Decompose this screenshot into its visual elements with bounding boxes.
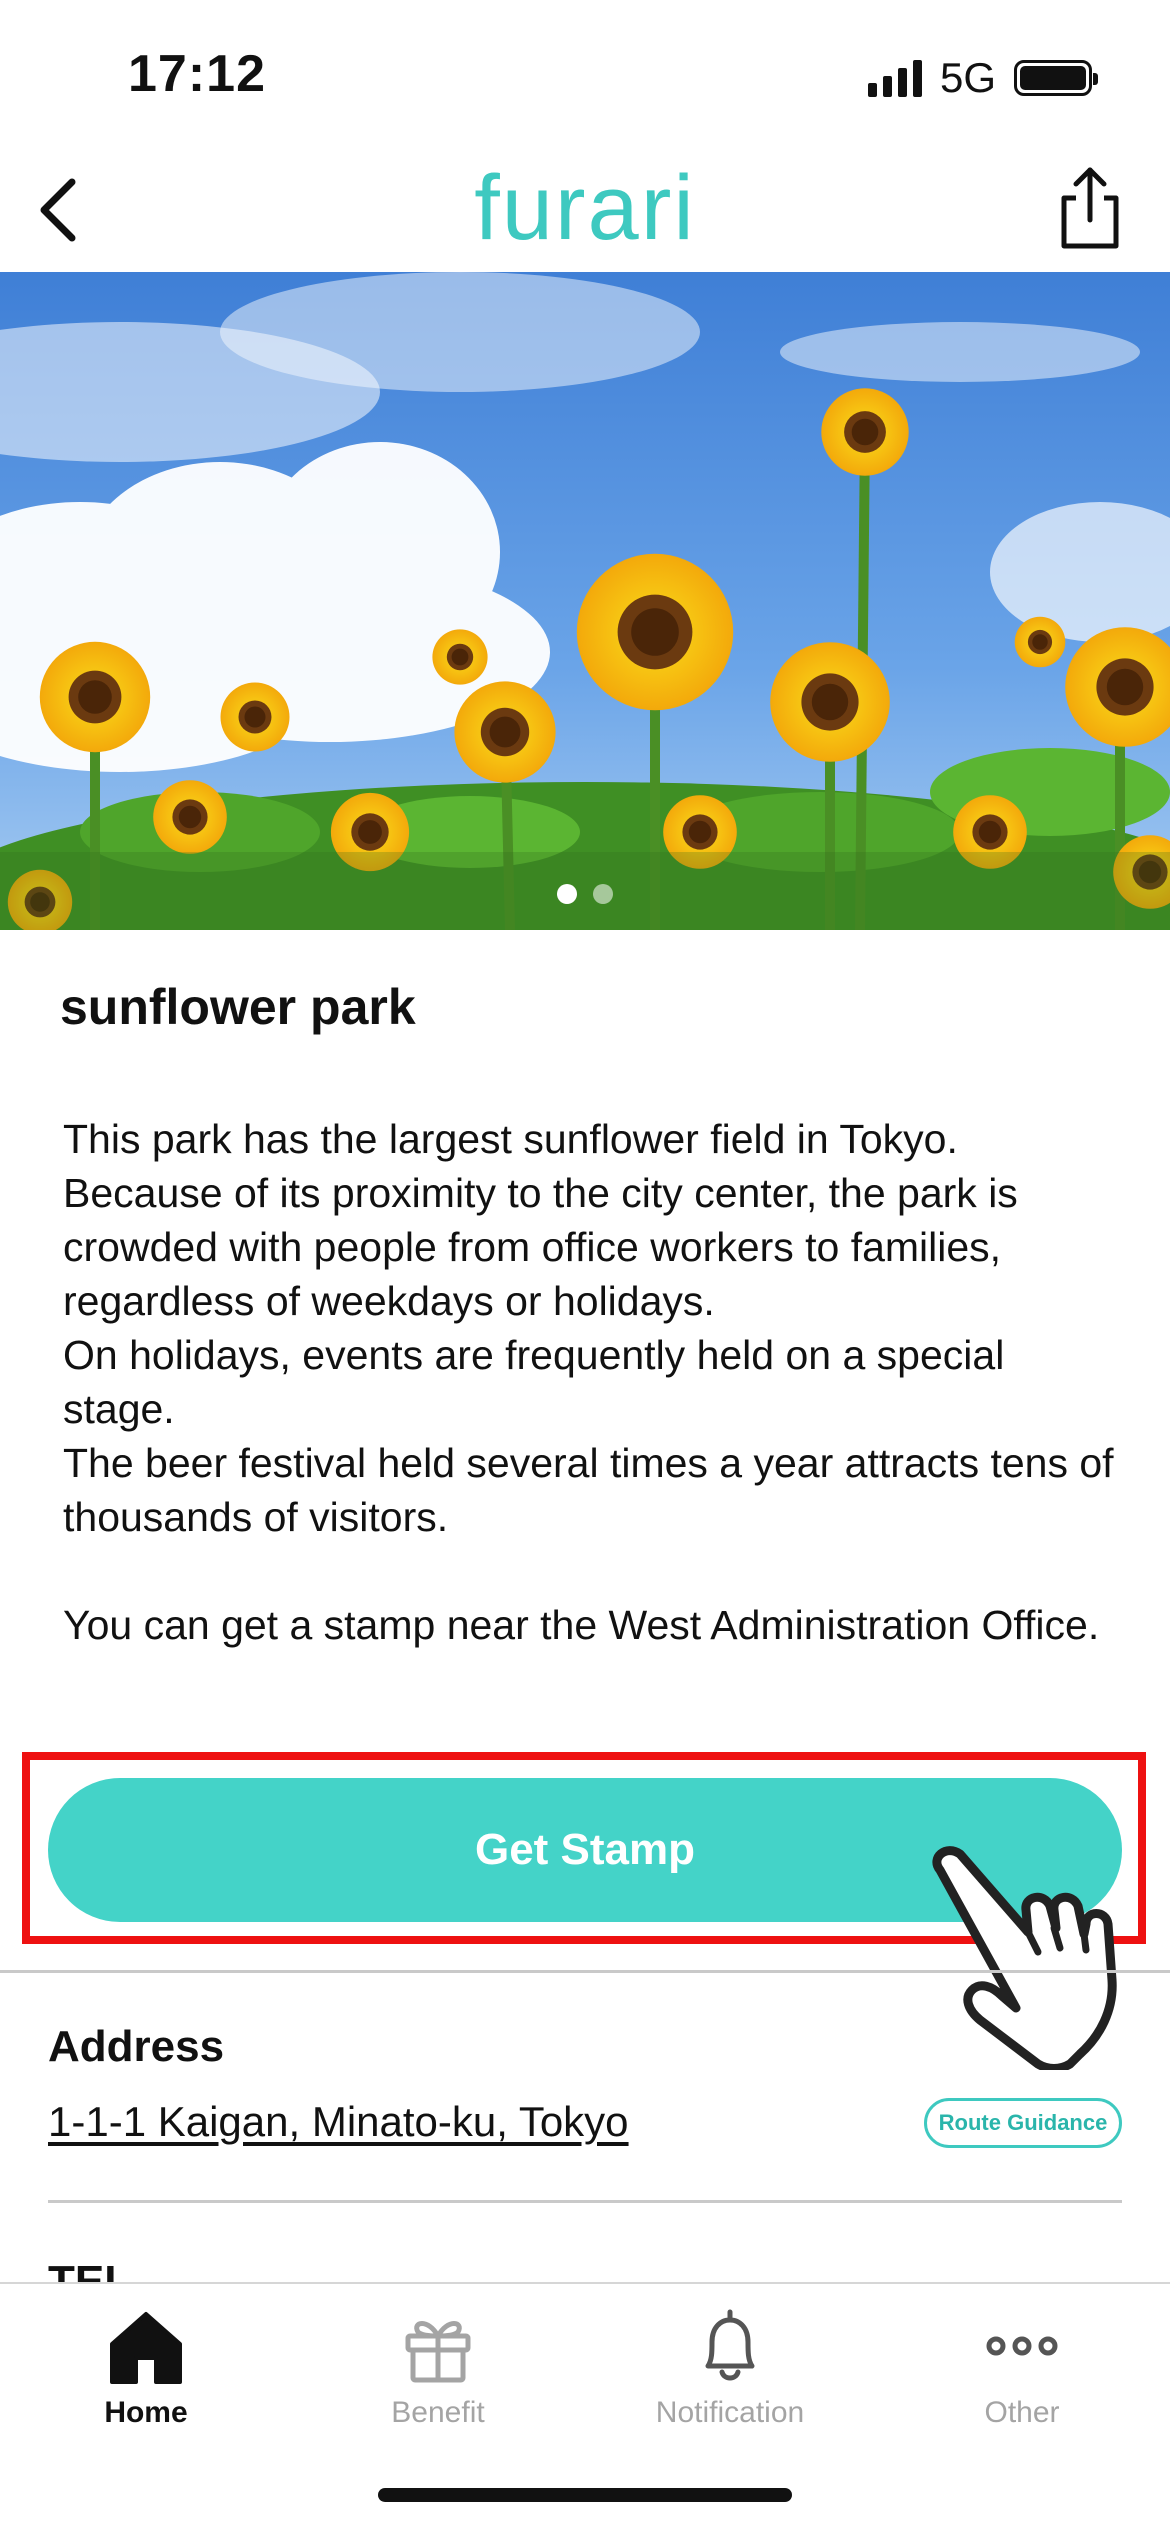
- route-guidance-button[interactable]: Route Guidance: [924, 2098, 1122, 2148]
- cellular-signal-icon: [867, 59, 922, 97]
- more-icon: [986, 2336, 1058, 2356]
- status-bar: 17:12 5G: [0, 0, 1170, 150]
- app-logo: furari: [474, 157, 696, 259]
- tab-benefit[interactable]: Benefit: [292, 2294, 584, 2444]
- pointing-hand-icon: [932, 1846, 1117, 2070]
- tab-label: Home: [104, 2396, 188, 2429]
- hero-image-carousel[interactable]: [0, 272, 1170, 930]
- tab-home[interactable]: Home: [0, 2294, 292, 2444]
- address-label: Address: [48, 2022, 225, 2071]
- spot-description: This park has the largest sunflower fiel…: [63, 1116, 1114, 1648]
- address-divider: [48, 2200, 1122, 2203]
- share-icon: [1061, 167, 1119, 249]
- nav-bar: furari: [0, 150, 1170, 272]
- gift-icon: [405, 2321, 471, 2383]
- sunflower-field-photo: [0, 272, 1170, 930]
- carousel-dot-1[interactable]: [557, 884, 577, 904]
- bell-icon: [705, 2309, 755, 2381]
- tab-label: Other: [984, 2396, 1060, 2429]
- home-indicator[interactable]: [378, 2488, 792, 2502]
- tab-bar: Home Benefit Notification Other: [0, 2282, 1170, 2532]
- carousel-dot-2[interactable]: [593, 884, 613, 904]
- home-icon: [110, 2312, 182, 2384]
- tab-other[interactable]: Other: [876, 2294, 1168, 2444]
- tel-label: TEL: [48, 2257, 132, 2282]
- tab-notification[interactable]: Notification: [584, 2294, 876, 2444]
- share-button[interactable]: [1050, 164, 1130, 254]
- spot-title: sunflower park: [60, 979, 416, 1035]
- carousel-page-indicator[interactable]: [0, 884, 1170, 904]
- status-time: 17:12: [128, 45, 266, 103]
- tab-label: Notification: [655, 2396, 805, 2429]
- status-indicators: 5G: [867, 54, 1098, 102]
- network-type: 5G: [939, 54, 996, 101]
- app-screen: 17:12 5G furari sunflower park This park…: [0, 0, 1170, 2532]
- tab-label: Benefit: [391, 2396, 485, 2429]
- battery-icon: [1014, 60, 1098, 96]
- address-link[interactable]: 1-1-1 Kaigan, Minato-ku, Tokyo: [48, 2098, 629, 2146]
- section-divider: [0, 1970, 1170, 1973]
